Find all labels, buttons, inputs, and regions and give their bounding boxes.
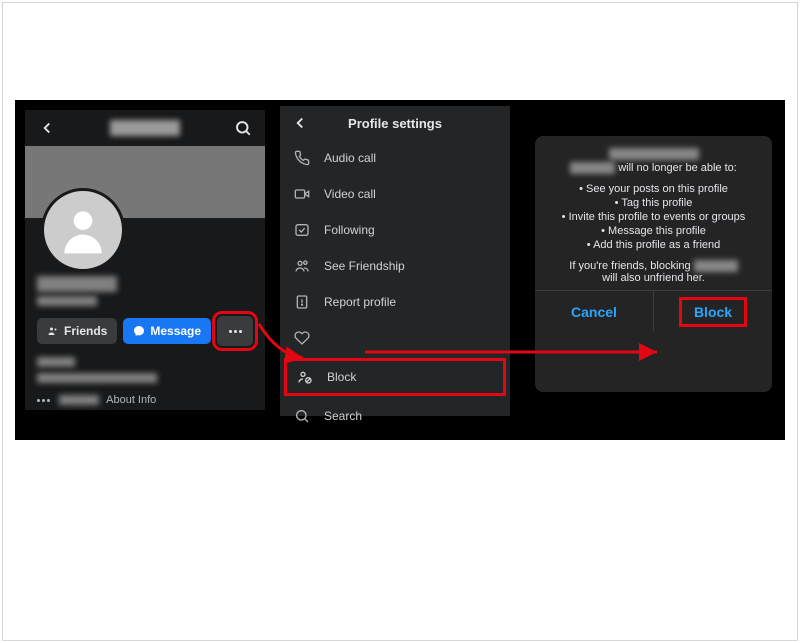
people-icon	[294, 258, 310, 274]
menu-see-friendship[interactable]: See Friendship	[280, 248, 510, 284]
dialog-line2-prefix: If you're friends, blocking	[569, 260, 693, 272]
meta-blurred	[37, 357, 75, 367]
block-person-icon	[297, 369, 313, 385]
search-button[interactable]	[231, 116, 255, 140]
bullet-item: Tag this profile	[545, 196, 762, 210]
settings-header: Profile settings	[280, 106, 510, 140]
more-button[interactable]	[217, 316, 253, 346]
back-button[interactable]	[35, 116, 59, 140]
heart-icon	[294, 330, 310, 346]
menu-label: Search	[324, 409, 362, 423]
menu-heart[interactable]	[280, 320, 510, 356]
name-blurred	[570, 162, 615, 174]
dialog-body: will no longer be able to: See your post…	[535, 136, 772, 290]
dialog-line2-suffix: will also unfriend her.	[545, 272, 762, 284]
menu-block[interactable]: Block	[284, 358, 506, 396]
ellipsis-icon	[37, 399, 50, 402]
profile-panel: Friends Message About Info	[25, 110, 265, 410]
settings-title: Profile settings	[280, 116, 510, 131]
menu-audio-call[interactable]: Audio call	[280, 140, 510, 176]
bullet-item: Add this profile as a friend	[545, 238, 762, 252]
chevron-left-icon	[291, 114, 309, 132]
name-blurred	[694, 260, 738, 272]
cancel-label: Cancel	[571, 304, 617, 320]
block-button[interactable]: Block	[654, 291, 772, 332]
dialog-line1: will no longer be able to:	[618, 162, 737, 174]
menu-search[interactable]: Search	[280, 398, 510, 434]
report-icon	[294, 294, 310, 310]
menu-label: Following	[324, 223, 375, 237]
friends-button[interactable]: Friends	[37, 318, 117, 344]
profile-settings-panel: Profile settings Audio call Video call F…	[280, 106, 510, 416]
friends-label: Friends	[64, 324, 107, 338]
bullet-item: Invite this profile to events or groups	[545, 210, 762, 224]
profile-top-bar	[25, 110, 265, 146]
person-icon	[55, 202, 111, 258]
friends-icon	[47, 325, 59, 337]
dialog-footer: Cancel Block	[535, 290, 772, 332]
chevron-left-icon	[38, 119, 56, 137]
messenger-icon	[133, 325, 145, 337]
block-label: Block	[679, 297, 747, 327]
bullet-item: See your posts on this profile	[545, 182, 762, 196]
menu-following[interactable]: Following	[280, 212, 510, 248]
back-button[interactable]	[288, 111, 312, 135]
profile-sub-blurred	[37, 296, 97, 306]
block-confirm-dialog: will no longer be able to: See your post…	[535, 136, 772, 392]
message-label: Message	[150, 324, 201, 338]
menu-video-call[interactable]: Video call	[280, 176, 510, 212]
meta-blurred	[37, 373, 157, 383]
bullet-item: Message this profile	[545, 224, 762, 238]
profile-meta: About Info	[25, 346, 265, 416]
stage: Friends Message About Info	[15, 100, 785, 440]
dialog-bullet-list: See your posts on this profile Tag this …	[545, 182, 762, 252]
search-icon	[234, 119, 252, 137]
phone-icon	[294, 150, 310, 166]
profile-name-blurred	[110, 120, 180, 136]
menu-label: Audio call	[324, 151, 376, 165]
menu-label: See Friendship	[324, 259, 405, 273]
menu-label: Video call	[324, 187, 376, 201]
search-icon	[294, 408, 310, 424]
meta-blurred	[59, 395, 99, 405]
menu-label: Report profile	[324, 295, 396, 309]
profile-action-row: Friends Message	[25, 316, 265, 346]
profile-title-blurred	[37, 276, 117, 292]
about-label: About Info	[106, 394, 156, 406]
name-blurred	[609, 148, 699, 160]
menu-label: Block	[327, 370, 356, 384]
video-icon	[294, 186, 310, 202]
menu-report-profile[interactable]: Report profile	[280, 284, 510, 320]
ellipsis-icon	[229, 330, 242, 333]
avatar[interactable]	[41, 188, 125, 272]
checkbox-icon	[294, 222, 310, 238]
message-button[interactable]: Message	[123, 318, 211, 344]
cancel-button[interactable]: Cancel	[535, 291, 654, 332]
